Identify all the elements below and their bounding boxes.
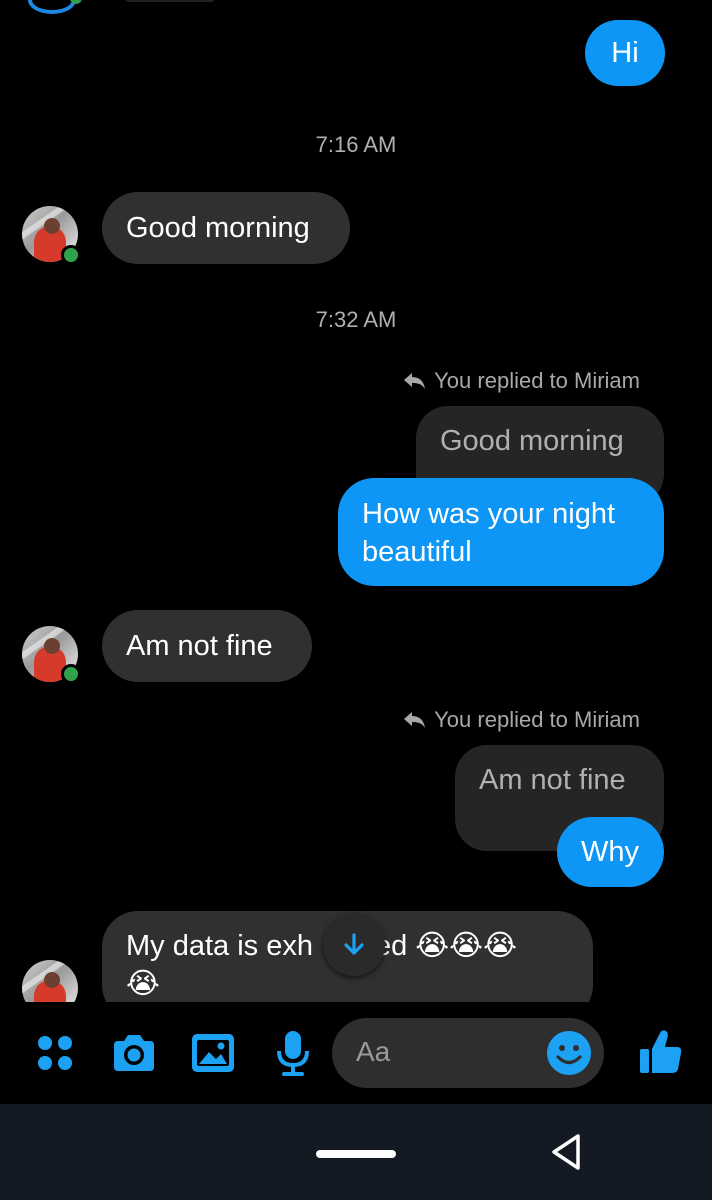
contact-avatar[interactable] [22,960,78,1002]
timestamp: 7:32 AM [315,307,397,332]
reply-indicator: You replied to Miriam [402,368,640,394]
message-incoming[interactable]: Good morning [102,192,350,264]
contact-avatar-clip [22,958,82,1002]
camera-button[interactable] [108,1028,160,1078]
header-name-fragment [125,0,215,2]
message-text-part: ed 😭😭😭 [374,930,517,962]
message-outgoing[interactable]: Why [557,817,664,887]
message-text-part: My data is exh [126,930,313,962]
message-outgoing[interactable]: Hi [585,20,665,86]
quoted-text: Am not fine [479,764,626,796]
thumbs-up-icon [640,1030,682,1073]
message-input-placeholder: Aa [356,1036,391,1067]
back-button[interactable] [544,1128,588,1176]
message-text: Hi [611,37,639,69]
microphone-icon [277,1031,309,1076]
quoted-text: Good morning [440,425,624,457]
gallery-button[interactable] [188,1028,238,1078]
emoji-icon [547,1031,591,1075]
message-text: Am not fine [126,630,273,662]
back-icon [552,1134,580,1170]
reply-indicator: You replied to Miriam [402,707,640,733]
reply-indicator-text: You replied to Miriam [434,368,640,393]
message-input[interactable]: Aa [332,1018,604,1088]
message-incoming[interactable]: Am not fine [102,610,312,682]
message-text: Why [581,836,639,868]
camera-icon [114,1035,154,1071]
reply-arrow-icon [404,373,426,389]
online-status-dot [61,664,81,684]
apps-button[interactable] [30,1028,80,1078]
home-pill[interactable] [316,1150,396,1158]
like-button[interactable] [632,1024,688,1080]
reply-arrow-icon [404,712,426,728]
scroll-to-bottom-button[interactable] [323,914,385,976]
gallery-icon [192,1034,234,1072]
apps-icon [38,1036,72,1070]
online-status-dot [61,245,81,265]
message-text: How was your night beautiful [362,498,616,568]
emoji-button[interactable] [544,1028,594,1078]
header-avatar-fragment [28,0,76,14]
reply-indicator-text: You replied to Miriam [434,707,640,732]
arrow-down-icon [344,933,364,955]
message-outgoing[interactable]: How was your night beautiful [338,478,664,586]
message-text: Good morning [126,212,310,244]
microphone-button[interactable] [268,1026,318,1080]
timestamp: 7:16 AM [315,132,397,157]
